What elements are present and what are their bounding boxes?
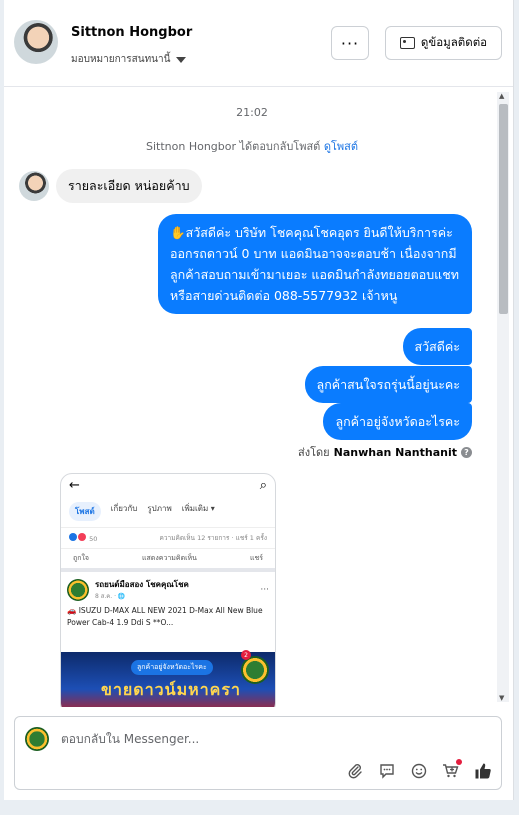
add-to-cart-icon[interactable] — [441, 759, 462, 781]
tab-photos: รูปภาพ — [147, 504, 172, 513]
message-thread[interactable]: ▲ ▼ 21:02 Sittnon Hongbor ได้ตอบกลับโพสต… — [4, 87, 513, 707]
scroll-up-icon[interactable]: ▲ — [499, 92, 504, 100]
system-text: Sittnon Hongbor ได้ตอบกลับโพสต์ — [145, 140, 321, 153]
post-header: รถยนต์มือสอง โชคคุณโชค 8 ส.ค. · 🌐 ··· — [61, 572, 275, 603]
post-image: ลูกค้าอยู่จังหวัดอะไรคะ ขายดาวน์มหาครา 2 — [61, 650, 275, 707]
post-time: 8 ส.ค. · 🌐 — [95, 593, 126, 600]
view-post-link[interactable]: ดูโพสต์ — [324, 140, 358, 153]
contact-card-icon — [399, 37, 415, 49]
back-arrow-icon: ← — [69, 477, 80, 493]
more-options-button[interactable]: ··· — [331, 26, 369, 60]
comments-shares: ความคิดเห็น 12 รายการ · แชร์ 1 ครั้ง — [159, 534, 267, 542]
comment-action: แสดงความคิดเห็น — [142, 554, 197, 562]
screenshot-topbar: ← ⌕ — [61, 474, 275, 496]
reaction-count: 50 — [89, 535, 98, 543]
tab-more: เพิ่มเติม ▾ — [181, 504, 215, 513]
view-contact-button[interactable]: ดูข้อมูลติดต่อ — [385, 26, 502, 60]
composer-tools — [345, 759, 493, 781]
reply-input[interactable] — [59, 731, 363, 747]
sent-by-name: Nanwhan Nanthanit — [333, 445, 457, 459]
love-reaction-icon — [78, 533, 86, 541]
tab-about: เกี่ยวกับ — [110, 504, 138, 513]
saved-replies-icon[interactable] — [377, 761, 397, 781]
page-logo — [67, 578, 89, 601]
image-headline: ขายดาวน์มหาครา — [101, 680, 241, 699]
like-action: ถูกใจ — [73, 554, 89, 562]
search-icon: ⌕ — [259, 477, 267, 493]
sent-by-info: ส่งโดย Nanwhan Nanthanit ? — [298, 443, 472, 461]
post-actions: ถูกใจ แสดงความคิดเห็น แชร์ — [61, 548, 275, 572]
view-contact-label: ดูข้อมูลติดต่อ — [420, 35, 488, 49]
avatar[interactable] — [14, 20, 58, 64]
notification-dot — [456, 759, 462, 765]
outgoing-message: ลูกค้าสนใจรถรุ่นนี้อยู่นะคะ — [304, 366, 472, 403]
help-icon[interactable]: ? — [461, 446, 472, 458]
assign-conversation[interactable]: มอบหมายการสนทนานี้ — [71, 52, 187, 67]
like-reaction-icon — [69, 533, 77, 541]
contact-name[interactable]: Sittnon Hongbor — [71, 25, 192, 40]
outgoing-message: สวัสดีค่ะ — [402, 328, 472, 365]
outgoing-message: ✋สวัสดีค่ะ บริษัท โชคคุณโชคอุดร ยินดีให้… — [158, 214, 472, 314]
screenshot-tabs: โพสต์ เกี่ยวกับ รูปภาพ เพิ่มเติม ▾ — [61, 496, 275, 528]
page-avatar — [25, 727, 49, 751]
page-name: รถยนต์มือสอง โชคคุณโชค — [95, 580, 189, 589]
tab-posts: โพสต์ — [69, 502, 101, 521]
reaction-summary: 50 ความคิดเห็น 12 รายการ · แชร์ 1 ครั้ง — [61, 528, 275, 548]
scrollbar-thumb[interactable] — [499, 104, 508, 314]
scroll-down-icon[interactable]: ▼ — [499, 694, 504, 702]
post-menu-icon: ··· — [260, 584, 269, 595]
like-icon[interactable] — [473, 761, 493, 781]
assign-label: มอบหมายการสนทนานี้ — [71, 54, 171, 65]
outgoing-message: ลูกค้าอยู่จังหวัดอะไรคะ — [323, 403, 472, 440]
incoming-message: รายละเอียด หน่อยค้าบ — [56, 169, 202, 203]
conversation-header: Sittnon Hongbor มอบหมายการสนทนานี้ ··· ด… — [4, 0, 513, 87]
notification-badge: 2 — [241, 650, 251, 660]
message-timestamp: 21:02 — [236, 106, 268, 119]
image-banner: ลูกค้าอยู่จังหวัดอะไรคะ — [131, 660, 213, 675]
sent-by-prefix: ส่งโดย — [298, 446, 330, 459]
chevron-down-icon — [176, 56, 187, 63]
attached-screenshot[interactable]: ← ⌕ โพสต์ เกี่ยวกับ รูปภาพ เพิ่มเติม ▾ 5… — [60, 473, 276, 707]
share-action: แชร์ — [249, 554, 263, 562]
conversation-panel: Sittnon Hongbor มอบหมายการสนทนานี้ ··· ด… — [4, 0, 514, 800]
sender-avatar — [19, 171, 49, 201]
scrollbar[interactable]: ▲ ▼ — [497, 92, 509, 702]
attach-icon[interactable] — [345, 761, 365, 781]
system-message: Sittnon Hongbor ได้ตอบกลับโพสต์ ดูโพสต์ — [4, 137, 500, 155]
image-logo — [241, 656, 269, 684]
reply-composer — [14, 716, 502, 790]
post-text: 🚗 ISUZU D-MAX ALL NEW 2021 D-Max All New… — [67, 606, 263, 627]
emoji-icon[interactable] — [409, 761, 429, 781]
